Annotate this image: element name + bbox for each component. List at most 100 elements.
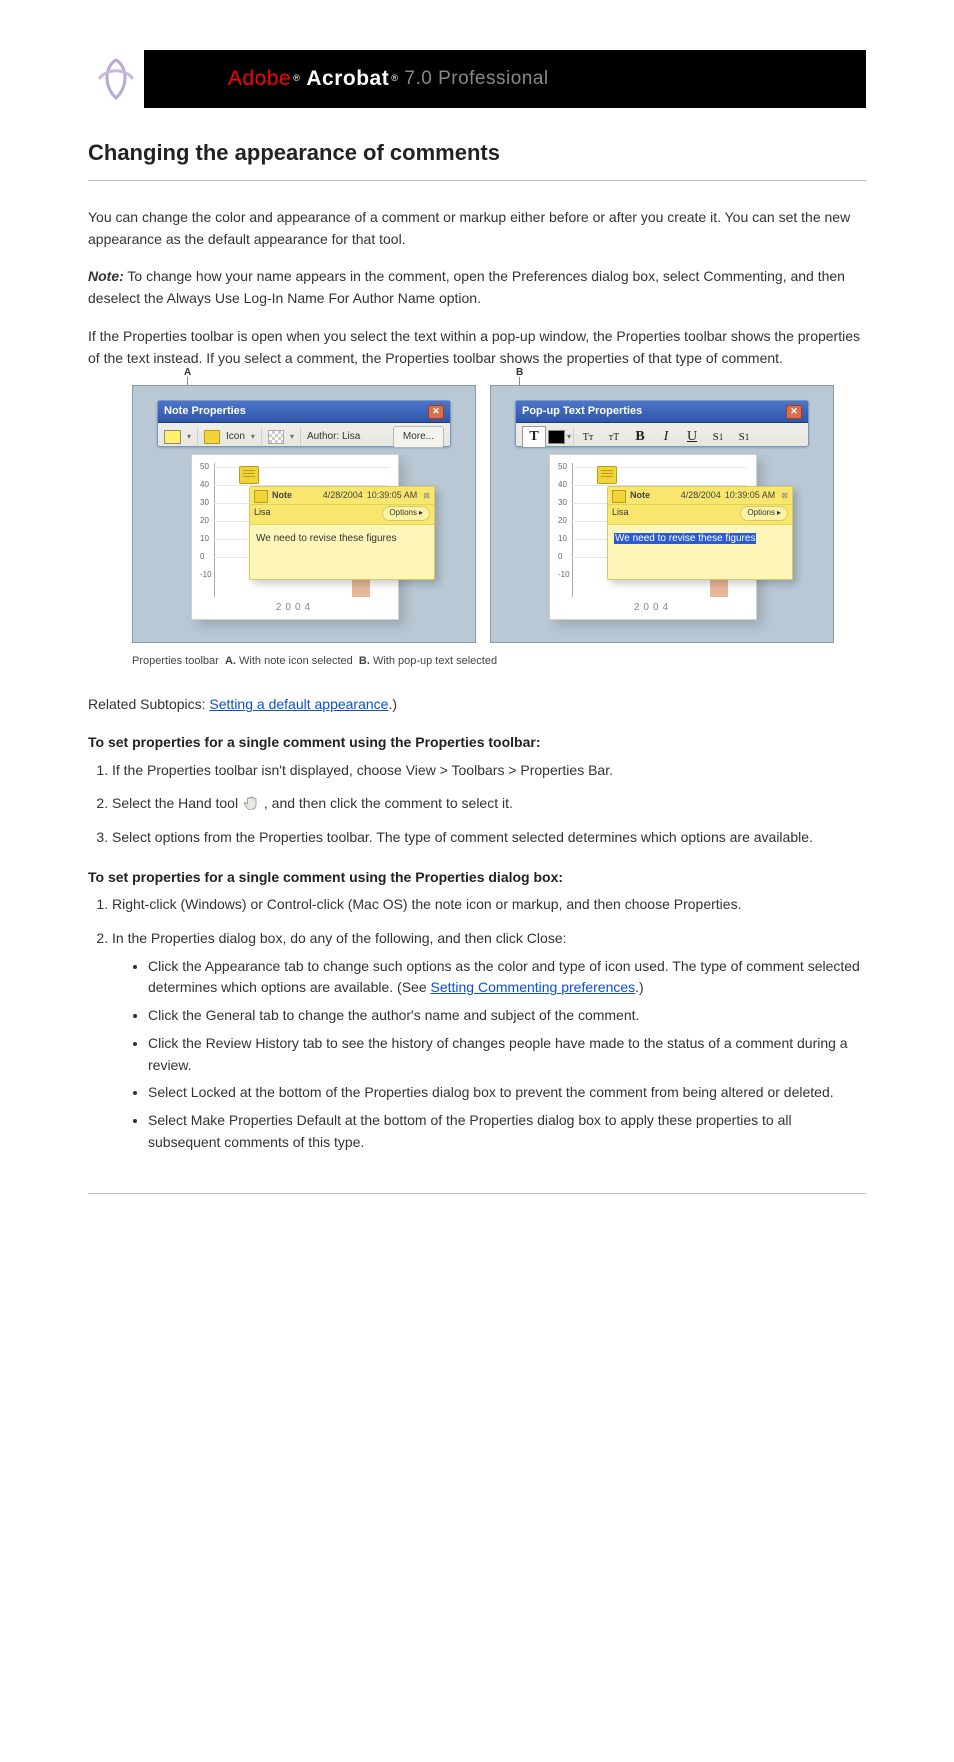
popup-type-label: Note (630, 489, 650, 503)
page-title: Changing the appearance of comments (88, 136, 866, 170)
acrobat-reg: ® (391, 72, 398, 86)
bottom-rule (88, 1193, 866, 1194)
step-a-3: Select options from the Properties toolb… (112, 827, 866, 849)
chart-xlabel: 2004 (550, 600, 756, 616)
chevron-down-icon[interactable]: ▾ (251, 431, 255, 443)
options-button[interactable]: Options ▸ (740, 506, 788, 520)
figure-b: B Pop-up Text Properties ✕ T ▾ Tᴛ ᴛT B (490, 385, 834, 643)
ytick: 50 (558, 461, 567, 473)
color-swatch[interactable] (164, 430, 181, 444)
app-banner: Adobe® Acrobat® 7.0 Professional (88, 50, 866, 108)
commenting-prefs-link[interactable]: Setting Commenting preferences (431, 979, 636, 995)
author-label: Author: Lisa (307, 429, 360, 445)
note-sticky-icon[interactable] (597, 466, 617, 484)
steps-b: Right-click (Windows) or Control-click (… (88, 894, 866, 1153)
popup-body[interactable]: We need to revise these figures (608, 525, 792, 579)
popup-text-properties-toolbar[interactable]: Pop-up Text Properties ✕ T ▾ Tᴛ ᴛT B I U… (515, 400, 809, 447)
popup-text-properties-title: Pop-up Text Properties (522, 403, 642, 420)
step-a-2-post: , and then click the comment to select i… (264, 795, 513, 811)
title-rule (88, 180, 866, 181)
step-a-1: If the Properties toolbar isn't displaye… (112, 760, 866, 782)
ytick: 50 (200, 461, 209, 473)
ytick: 30 (200, 497, 209, 509)
ytick: 10 (558, 533, 567, 545)
intro-paragraph-1: You can change the color and appearance … (88, 207, 866, 250)
size-smaller-button[interactable]: Tᴛ (576, 426, 600, 448)
caption-lead: Properties toolbar (132, 655, 219, 667)
popup-date: 4/28/2004 (681, 489, 721, 503)
chevron-down-icon[interactable]: ▾ (567, 431, 571, 443)
icon-dropdown-label[interactable]: Icon (226, 429, 245, 445)
play-icon: ▸ (777, 507, 781, 519)
step-b-options: Click the Appearance tab to change such … (112, 956, 866, 1154)
step-b-2: In the Properties dialog box, do any of … (112, 928, 866, 1153)
size-larger-button[interactable]: ᴛT (602, 426, 626, 448)
ytick: 40 (558, 479, 567, 491)
acrobat-logo-icon (88, 50, 144, 108)
more-button[interactable]: More... (393, 426, 444, 448)
options-button[interactable]: Options ▸ (382, 506, 430, 520)
ytick: 40 (200, 479, 209, 491)
related-subtopics-label: Related Subtopics: (88, 696, 206, 712)
popup-body[interactable]: We need to revise these figures (250, 525, 434, 579)
note-sticky-icon[interactable] (239, 466, 259, 484)
popup-time: 10:39:05 AM (725, 489, 776, 503)
ytick: 20 (200, 515, 209, 527)
opacity-swatch-icon[interactable] (268, 430, 284, 444)
step-a-2-pre: Select the Hand tool (112, 795, 242, 811)
adobe-word: Adobe (228, 63, 291, 96)
chevron-down-icon[interactable]: ▾ (187, 431, 191, 443)
note-mini-icon (254, 490, 268, 503)
superscript-button[interactable]: S1 (706, 426, 730, 448)
steps-a: If the Properties toolbar isn't displaye… (88, 760, 866, 849)
caption-a-text: With note icon selected (239, 655, 353, 667)
close-icon[interactable]: ✕ (786, 405, 802, 419)
note-mini-icon (612, 490, 626, 503)
italic-button[interactable]: I (654, 426, 678, 448)
popup-close-icon[interactable]: ⊠ (781, 490, 788, 502)
adobe-reg: ® (293, 72, 300, 86)
text-color-swatch[interactable] (548, 430, 565, 444)
note-text: To change how your name appears in the c… (88, 268, 845, 306)
caption-b-text: With pop-up text selected (373, 655, 497, 667)
note-label: Note: (88, 268, 124, 284)
popup-close-icon[interactable]: ⊠ (423, 490, 430, 502)
step-b-opt-5: Select Make Properties Default at the bo… (148, 1110, 866, 1153)
close-icon[interactable]: ✕ (428, 405, 444, 419)
chevron-down-icon[interactable]: ▾ (290, 431, 294, 443)
bold-button[interactable]: B (628, 426, 652, 448)
step-b-opt-1b: .) (635, 979, 644, 995)
play-icon: ▸ (419, 507, 423, 519)
note-properties-toolbar[interactable]: Note Properties ✕ ▾ Icon▾ ▾ Author: Lisa… (157, 400, 451, 447)
step-b-2-intro: In the Properties dialog box, do any of … (112, 930, 567, 946)
related-subtopics-line: Related Subtopics: Setting a default app… (88, 694, 866, 716)
ytick: 30 (558, 497, 567, 509)
hand-tool-icon (242, 794, 260, 812)
figure-caption: Properties toolbar A. With note icon sel… (132, 653, 866, 670)
note-icon-tiny-icon (204, 430, 220, 444)
subhead-properties-dialog: To set properties for a single comment u… (88, 867, 866, 889)
popup-time: 10:39:05 AM (367, 489, 418, 503)
subscript-button[interactable]: S1 (732, 426, 756, 448)
ytick: 20 (558, 515, 567, 527)
ytick: -10 (558, 569, 570, 581)
step-a-2: Select the Hand tool , and then click th… (112, 793, 866, 815)
note-popup[interactable]: Note 4/28/2004 10:39:05 AM ⊠ Lisa Option… (249, 486, 435, 579)
intro-paragraph-2: If the Properties toolbar is open when y… (88, 326, 866, 369)
popup-selected-text: We need to revise these figures (614, 533, 756, 544)
note-popup[interactable]: Note 4/28/2004 10:39:05 AM ⊠ Lisa Option… (607, 486, 793, 579)
intro-note: Note: To change how your name appears in… (88, 266, 866, 309)
step-b-opt-3: Click the Review History tab to see the … (148, 1033, 866, 1076)
caption-a-label: A. (225, 655, 236, 667)
step-b-opt-2: Click the General tab to change the auth… (148, 1005, 866, 1027)
chart-xlabel: 2004 (192, 600, 398, 616)
font-menu-button[interactable]: T (522, 426, 546, 448)
popup-author: Lisa (254, 506, 271, 520)
banner-title: Adobe® Acrobat® 7.0 Professional (228, 50, 549, 108)
step-b-1: Right-click (Windows) or Control-click (… (112, 894, 866, 916)
underline-button[interactable]: U (680, 426, 704, 448)
ytick: 10 (200, 533, 209, 545)
ytick: 0 (200, 551, 204, 563)
step-b-opt-1: Click the Appearance tab to change such … (148, 956, 866, 999)
related-subtopics-link[interactable]: Setting a default appearance (209, 696, 388, 712)
